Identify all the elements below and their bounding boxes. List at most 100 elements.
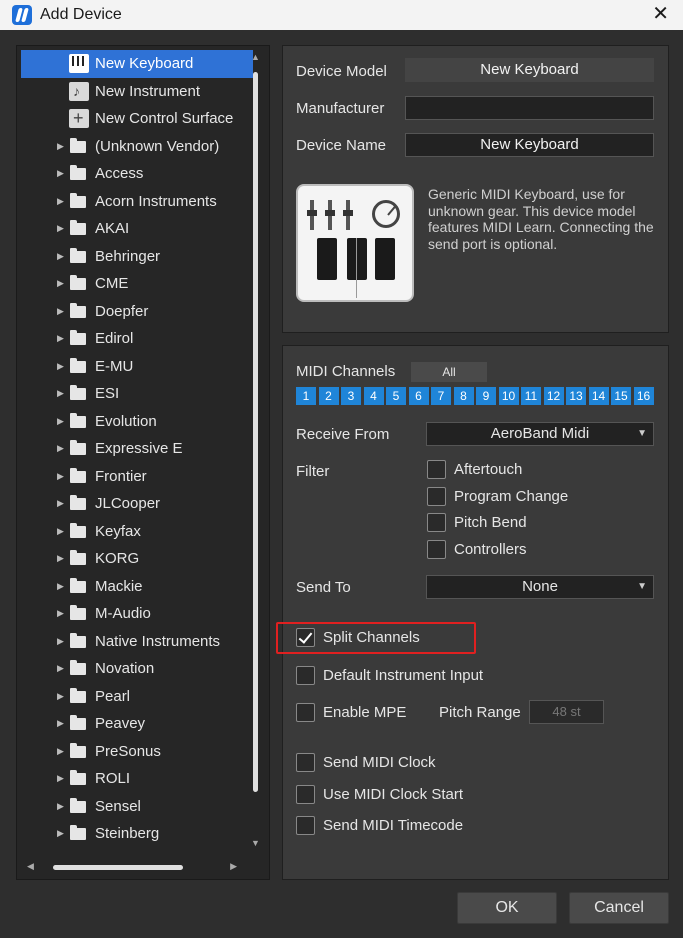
tree-folder-item[interactable]: ▶ Steinberg <box>21 820 253 848</box>
channel-button-13[interactable]: 13 <box>566 387 586 405</box>
send-timecode-checkbox[interactable] <box>296 816 315 835</box>
expand-arrow-icon[interactable]: ▶ <box>57 518 64 545</box>
channel-button-5[interactable]: 5 <box>386 387 406 405</box>
expand-arrow-icon[interactable]: ▶ <box>57 490 64 517</box>
ok-button[interactable]: OK <box>457 892 557 924</box>
cancel-button[interactable]: Cancel <box>569 892 669 924</box>
channel-button-3[interactable]: 3 <box>341 387 361 405</box>
expand-arrow-icon[interactable]: ▶ <box>57 325 64 352</box>
tree-folder-item[interactable]: ▶ Frontier <box>21 463 253 491</box>
channel-button-11[interactable]: 11 <box>521 387 541 405</box>
scroll-thumb[interactable] <box>253 72 258 792</box>
filter-checkbox[interactable] <box>427 460 446 479</box>
tree-folder-item[interactable]: ▶ Expressive E <box>21 435 253 463</box>
enable-mpe-checkbox[interactable] <box>296 703 315 722</box>
tree-folder-item[interactable]: ▶ Edirol <box>21 325 253 353</box>
tree-folder-item[interactable]: ▶ AKAI <box>21 215 253 243</box>
tree-folder-item[interactable]: ▶ KORG <box>21 545 253 573</box>
tree-folder-item[interactable]: ▶ ROLI <box>21 765 253 793</box>
manufacturer-input[interactable] <box>405 96 654 120</box>
control-surface-icon <box>69 105 89 132</box>
pitch-range-input[interactable]: 48 st <box>529 700 604 724</box>
expand-arrow-icon[interactable]: ▶ <box>57 463 64 490</box>
tree-folder-item[interactable]: ▶ Pearl <box>21 683 253 711</box>
tree-folder-item[interactable]: ▶ Novation <box>21 655 253 683</box>
tree-folder-item[interactable]: ▶ Keyfax <box>21 518 253 546</box>
tree-folder-item[interactable]: ▶ Evolution <box>21 408 253 436</box>
expand-arrow-icon[interactable]: ▶ <box>57 545 64 572</box>
vertical-scrollbar[interactable]: ▲ ▼ <box>251 50 261 850</box>
tree-folder-item[interactable]: ▶ Native Instruments <box>21 628 253 656</box>
expand-arrow-icon[interactable]: ▶ <box>57 738 64 765</box>
scroll-left-icon[interactable]: ◀ <box>27 861 34 872</box>
expand-arrow-icon[interactable]: ▶ <box>57 435 64 462</box>
expand-arrow-icon[interactable]: ▶ <box>57 710 64 737</box>
channel-button-1[interactable]: 1 <box>296 387 316 405</box>
channel-button-9[interactable]: 9 <box>476 387 496 405</box>
expand-arrow-icon[interactable]: ▶ <box>57 600 64 627</box>
default-input-checkbox[interactable] <box>296 666 315 685</box>
all-channels-button[interactable]: All <box>411 362 487 382</box>
channel-button-8[interactable]: 8 <box>453 387 474 405</box>
expand-arrow-icon[interactable]: ▶ <box>57 215 64 242</box>
expand-arrow-icon[interactable]: ▶ <box>57 133 64 160</box>
expand-arrow-icon[interactable]: ▶ <box>57 573 64 600</box>
tree-folder-item[interactable]: ▶ (Unknown Vendor) <box>21 133 253 161</box>
tree-folder-item[interactable]: ▶ Acorn Instruments <box>21 188 253 216</box>
expand-arrow-icon[interactable]: ▶ <box>57 655 64 682</box>
tree-device-item[interactable]: New Instrument <box>21 78 253 106</box>
device-model-label: Device Model <box>296 63 387 80</box>
tree-folder-item[interactable]: ▶ Sensel <box>21 793 253 821</box>
tree-folder-item[interactable]: ▶ E-MU <box>21 353 253 381</box>
tree-folder-item[interactable]: ▶ Access <box>21 160 253 188</box>
tree-folder-item[interactable]: ▶ Behringer <box>21 243 253 271</box>
channel-button-14[interactable]: 14 <box>588 387 609 405</box>
tree-folder-item[interactable]: ▶ M-Audio <box>21 600 253 628</box>
scroll-up-icon[interactable]: ▲ <box>251 52 260 62</box>
expand-arrow-icon[interactable]: ▶ <box>57 380 64 407</box>
expand-arrow-icon[interactable]: ▶ <box>57 683 64 710</box>
expand-arrow-icon[interactable]: ▶ <box>57 160 64 187</box>
tree-folder-item[interactable]: ▶ Doepfer <box>21 298 253 326</box>
filter-checkbox[interactable] <box>427 513 446 532</box>
filter-checkbox[interactable] <box>427 486 446 506</box>
midi-clock-start-checkbox[interactable] <box>296 785 315 804</box>
tree-folder-item[interactable]: ▶ ESI <box>21 380 253 408</box>
channel-button-7[interactable]: 7 <box>431 387 451 405</box>
expand-arrow-icon[interactable]: ▶ <box>57 298 64 325</box>
channel-button-15[interactable]: 15 <box>611 387 631 405</box>
send-midi-clock-checkbox[interactable] <box>296 753 315 772</box>
device-name-input[interactable]: New Keyboard <box>405 133 654 157</box>
expand-arrow-icon[interactable]: ▶ <box>57 793 64 820</box>
expand-arrow-icon[interactable]: ▶ <box>57 765 64 792</box>
expand-arrow-icon[interactable]: ▶ <box>57 270 64 297</box>
channel-button-2[interactable]: 2 <box>318 387 339 405</box>
receive-from-dropdown[interactable]: AeroBand Midi ▼ <box>426 422 654 446</box>
channel-button-4[interactable]: 4 <box>363 387 384 405</box>
filter-checkbox[interactable] <box>427 539 446 559</box>
channel-button-10[interactable]: 10 <box>498 387 519 405</box>
expand-arrow-icon[interactable]: ▶ <box>57 408 64 435</box>
scroll-right-icon[interactable]: ▶ <box>230 861 237 872</box>
hscroll-thumb[interactable] <box>53 865 183 870</box>
expand-arrow-icon[interactable]: ▶ <box>57 820 64 847</box>
close-button[interactable]: ✕ <box>652 3 669 25</box>
tree-folder-item[interactable]: ▶ PreSonus <box>21 738 253 766</box>
send-to-dropdown[interactable]: None ▼ <box>426 575 654 599</box>
tree-device-item[interactable]: New Control Surface <box>21 105 253 133</box>
tree-folder-item[interactable]: ▶ JLCooper <box>21 490 253 518</box>
tree-folder-item[interactable]: ▶ CME <box>21 270 253 298</box>
expand-arrow-icon[interactable]: ▶ <box>57 188 64 215</box>
channel-button-16[interactable]: 16 <box>633 387 654 405</box>
tree-folder-item[interactable]: ▶ Peavey <box>21 710 253 738</box>
scroll-down-icon[interactable]: ▼ <box>251 838 260 848</box>
tree-folder-item[interactable]: ▶ Mackie <box>21 573 253 601</box>
device-name-label: Device Name <box>296 137 387 154</box>
expand-arrow-icon[interactable]: ▶ <box>57 628 64 655</box>
channel-button-6[interactable]: 6 <box>408 387 429 405</box>
channel-button-12[interactable]: 12 <box>543 387 564 405</box>
tree-device-item[interactable]: New Keyboard <box>21 50 253 78</box>
horizontal-scrollbar[interactable]: ◀ ▶ <box>27 861 237 873</box>
expand-arrow-icon[interactable]: ▶ <box>57 353 64 380</box>
expand-arrow-icon[interactable]: ▶ <box>57 243 64 270</box>
